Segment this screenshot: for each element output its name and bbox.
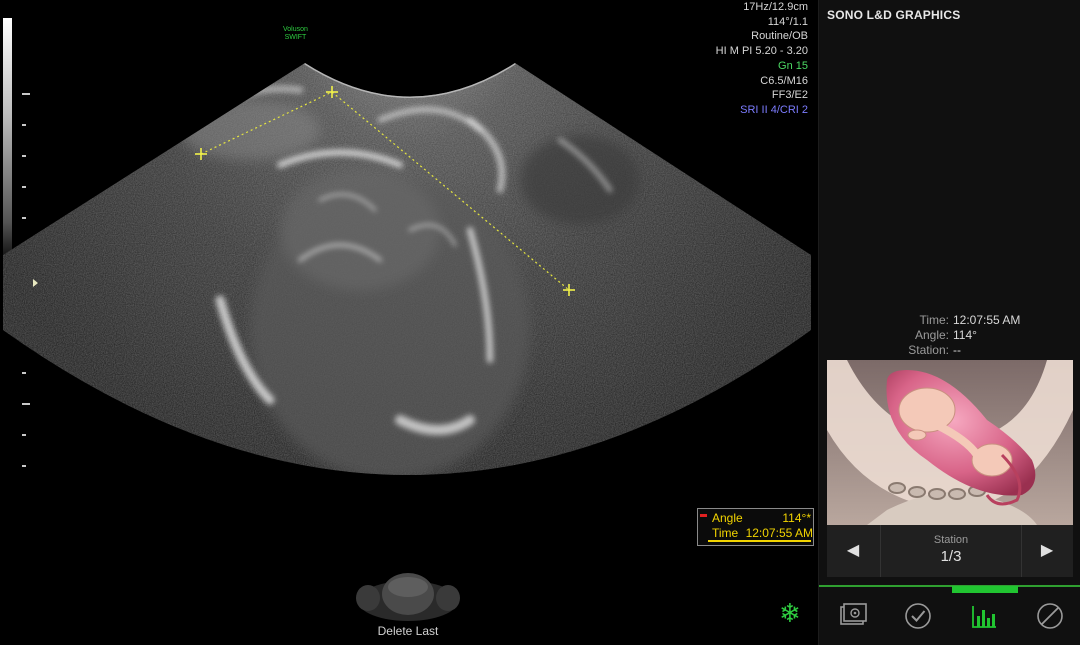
fetal-position-illustration xyxy=(827,360,1073,525)
scan-parameters: 17Hz/12.9cm 114°/1.1 Routine/OB HI M PI … xyxy=(716,0,808,118)
info-station-key: Station: xyxy=(908,343,949,357)
delete-last-label: Delete Last xyxy=(377,624,439,638)
active-tool-indicator xyxy=(952,586,1018,593)
param-output: HI M PI 5.20 - 3.20 xyxy=(715,45,808,58)
time-value: 12:07:55 AM xyxy=(745,526,813,540)
time-label: Time xyxy=(712,526,739,540)
image-gallery-icon[interactable] xyxy=(835,598,871,634)
toolbar-divider xyxy=(819,585,1080,587)
param-gain: Gn 15 xyxy=(778,59,808,72)
measurement-underline xyxy=(708,540,811,542)
info-time-row: Time: 12:07:55 AM xyxy=(819,313,1059,327)
left-arrow-icon[interactable]: ◀ xyxy=(827,525,879,577)
angle-value: 114°* xyxy=(782,511,811,525)
info-angle-key: Angle: xyxy=(914,328,949,342)
angle-label: Angle xyxy=(712,511,743,525)
delete-last-button[interactable]: Delete Last xyxy=(352,568,464,643)
station-navigator: ◀ Station 1/3 ▶ xyxy=(827,525,1073,577)
sono-ld-graphics-panel: SONO L&D GRAPHICS Time: 12:07:55 AM Angle… xyxy=(818,0,1080,645)
panel-title: SONO L&D GRAPHICS xyxy=(827,8,961,22)
station-display: Station 1/3 xyxy=(880,525,1022,577)
brand-line1: Voluson xyxy=(283,26,308,33)
checkmark-icon[interactable] xyxy=(900,598,936,634)
time-row: Time 12:07:55 AM xyxy=(702,526,813,541)
trackball-icon xyxy=(356,573,460,621)
param-filter: FF3/E2 xyxy=(771,89,808,102)
cancel-icon[interactable] xyxy=(1032,598,1068,634)
measurement-result-box: Angle 114°* Time 12:07:55 AM xyxy=(697,508,814,546)
info-time-value: 12:07:55 AM xyxy=(953,313,1021,327)
ultrasound-sector xyxy=(3,63,811,475)
param-angle: 114°/1.1 xyxy=(767,15,808,28)
info-time-key: Time: xyxy=(919,313,949,327)
param-frequency-depth: 17Hz/12.9cm xyxy=(743,1,808,13)
snowflake-icon[interactable]: ❄ xyxy=(779,600,801,626)
sector-image xyxy=(3,63,811,475)
brand-line2: SWIFT xyxy=(284,34,307,41)
info-station-value: -- xyxy=(953,343,961,357)
brand-logo: Voluson SWIFT xyxy=(283,26,308,42)
info-angle-row: Angle: 114° xyxy=(819,328,1059,342)
right-arrow-icon[interactable]: ▶ xyxy=(1021,525,1073,577)
angle-row: Angle 114°* xyxy=(702,511,811,526)
station-value: 1/3 xyxy=(940,548,962,565)
param-probe: C6.5/M16 xyxy=(760,74,808,87)
info-angle-value: 114° xyxy=(953,328,977,342)
bar-chart-icon[interactable] xyxy=(966,598,1002,634)
info-station-row: Station: -- xyxy=(819,343,1059,357)
param-preset: Routine/OB xyxy=(751,30,808,43)
station-label: Station xyxy=(933,534,969,546)
param-sri: SRI II 4/CRI 2 xyxy=(740,103,808,116)
ultrasound-image-area[interactable]: Voluson SWIFT 17Hz/12.9cm 114°/1.1 Routi… xyxy=(0,0,815,645)
